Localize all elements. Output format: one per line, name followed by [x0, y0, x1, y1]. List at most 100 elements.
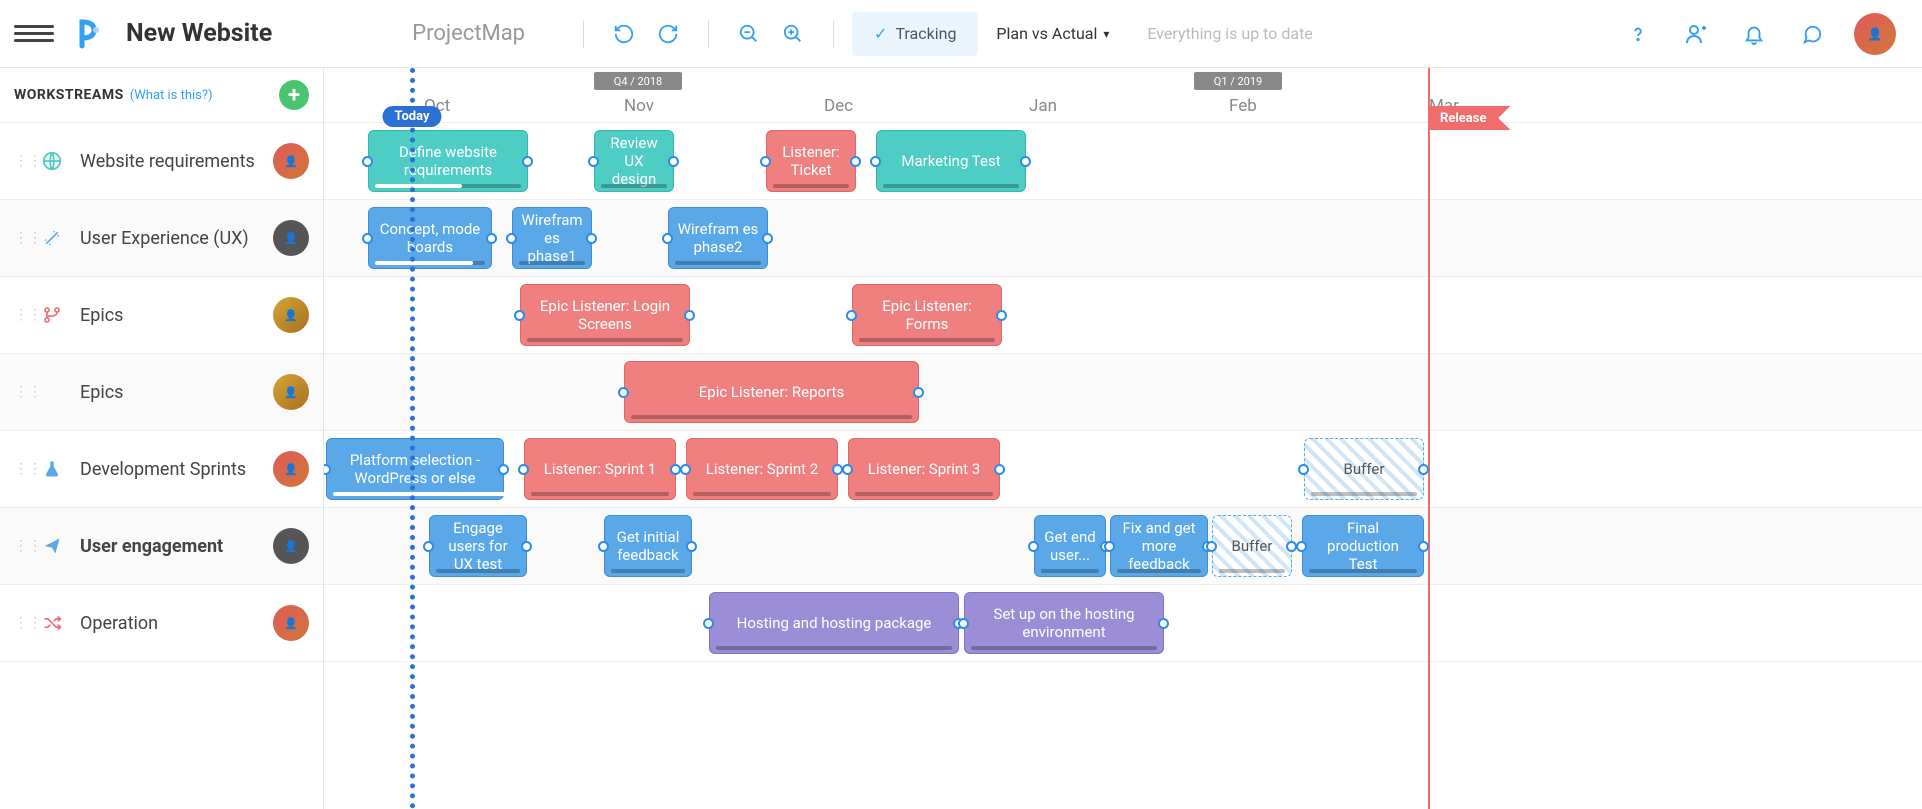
link-handle[interactable]: [522, 156, 533, 167]
link-handle[interactable]: [913, 387, 924, 398]
hamburger-menu[interactable]: [14, 25, 54, 42]
assignee-avatar[interactable]: 👤: [273, 374, 309, 410]
task-card[interactable]: Fix and get more feedback: [1110, 515, 1208, 577]
task-card[interactable]: Wirefram es phase2: [668, 207, 768, 269]
link-handle[interactable]: [598, 541, 609, 552]
link-handle[interactable]: [760, 156, 771, 167]
link-handle[interactable]: [996, 310, 1007, 321]
undo-button[interactable]: [602, 12, 646, 56]
link-handle[interactable]: [588, 156, 599, 167]
link-handle[interactable]: [1418, 464, 1429, 475]
link-handle[interactable]: [958, 618, 969, 629]
drag-handle[interactable]: ⋮⋮: [14, 153, 24, 169]
link-handle[interactable]: [1296, 541, 1307, 552]
drag-handle[interactable]: ⋮⋮: [14, 538, 24, 554]
link-handle[interactable]: [362, 233, 373, 244]
link-handle[interactable]: [1206, 541, 1217, 552]
link-handle[interactable]: [1418, 541, 1429, 552]
help-button[interactable]: [1622, 18, 1654, 50]
assignee-avatar[interactable]: 👤: [273, 528, 309, 564]
assignee-avatar[interactable]: 👤: [273, 220, 309, 256]
task-card[interactable]: Final production Test: [1302, 515, 1424, 577]
link-handle[interactable]: [842, 464, 853, 475]
workstream-row[interactable]: ⋮⋮ Website requirements 👤: [0, 123, 323, 200]
task-card[interactable]: Concept, mode boards: [368, 207, 492, 269]
assignee-avatar[interactable]: 👤: [273, 605, 309, 641]
task-card[interactable]: Listener: Sprint 2: [686, 438, 838, 500]
app-logo[interactable]: [72, 16, 108, 52]
link-handle[interactable]: [1104, 541, 1115, 552]
task-card[interactable]: Marketing Test: [876, 130, 1026, 192]
link-handle[interactable]: [668, 156, 679, 167]
task-card[interactable]: Epic Listener: Reports: [624, 361, 919, 423]
link-handle[interactable]: [1158, 618, 1169, 629]
today-badge[interactable]: Today: [382, 106, 441, 127]
task-card[interactable]: Epic Listener: Login Screens: [520, 284, 690, 346]
link-handle[interactable]: [586, 233, 597, 244]
link-handle[interactable]: [486, 233, 497, 244]
link-handle[interactable]: [362, 156, 373, 167]
task-card[interactable]: Set up on the hosting environment: [964, 592, 1164, 654]
link-handle[interactable]: [703, 618, 714, 629]
link-handle[interactable]: [686, 541, 697, 552]
assignee-avatar[interactable]: 👤: [273, 143, 309, 179]
link-handle[interactable]: [514, 310, 525, 321]
plan-vs-actual-dropdown[interactable]: Plan vs Actual▾: [996, 24, 1109, 43]
task-card[interactable]: Listener: Sprint 3: [848, 438, 1000, 500]
task-card[interactable]: Review UX design: [594, 130, 674, 192]
task-card[interactable]: Define website requirements: [368, 130, 528, 192]
link-handle[interactable]: [518, 464, 529, 475]
link-handle[interactable]: [506, 233, 517, 244]
workstream-row[interactable]: ⋮⋮ Operation 👤: [0, 585, 323, 662]
link-handle[interactable]: [662, 233, 673, 244]
link-handle[interactable]: [994, 464, 1005, 475]
link-handle[interactable]: [1028, 541, 1039, 552]
tracking-toggle[interactable]: ✓Tracking: [852, 12, 978, 56]
drag-handle[interactable]: ⋮⋮: [14, 384, 24, 400]
drag-handle[interactable]: ⋮⋮: [14, 230, 24, 246]
release-flag[interactable]: Release: [1428, 106, 1510, 130]
drag-handle[interactable]: ⋮⋮: [14, 615, 24, 631]
user-avatar[interactable]: 👤: [1854, 13, 1896, 55]
workstream-row[interactable]: ⋮⋮ User engagement 👤: [0, 508, 323, 585]
task-card[interactable]: Get end user...: [1034, 515, 1106, 577]
link-handle[interactable]: [1020, 156, 1031, 167]
link-handle[interactable]: [498, 464, 509, 475]
assignee-avatar[interactable]: 👤: [273, 297, 309, 333]
link-handle[interactable]: [762, 233, 773, 244]
link-handle[interactable]: [870, 156, 881, 167]
workstream-row[interactable]: ⋮⋮ Development Sprints 👤: [0, 431, 323, 508]
assignee-avatar[interactable]: 👤: [273, 451, 309, 487]
task-card[interactable]: Listener: Sprint 1: [524, 438, 676, 500]
workstream-row[interactable]: ⋮⋮ Epics 👤: [0, 354, 323, 431]
workstream-row[interactable]: ⋮⋮ Epics 👤: [0, 277, 323, 354]
link-handle[interactable]: [1298, 464, 1309, 475]
link-handle[interactable]: [521, 541, 532, 552]
zoom-out-button[interactable]: [727, 12, 771, 56]
link-handle[interactable]: [618, 387, 629, 398]
link-handle[interactable]: [846, 310, 857, 321]
breadcrumb[interactable]: ProjectMap: [412, 21, 525, 46]
link-handle[interactable]: [680, 464, 691, 475]
task-card[interactable]: Platform selection - WordPress or else: [326, 438, 504, 500]
add-user-button[interactable]: [1680, 18, 1712, 50]
drag-handle[interactable]: ⋮⋮: [14, 461, 24, 477]
chat-button[interactable]: [1796, 18, 1828, 50]
add-workstream-button[interactable]: +: [279, 80, 309, 110]
notifications-button[interactable]: [1738, 18, 1770, 50]
link-handle[interactable]: [423, 541, 434, 552]
task-card[interactable]: Buffer: [1212, 515, 1292, 577]
drag-handle[interactable]: ⋮⋮: [14, 307, 24, 323]
what-is-this-link[interactable]: (What is this?): [130, 88, 213, 103]
workstream-row[interactable]: ⋮⋮ User Experience (UX) 👤: [0, 200, 323, 277]
redo-button[interactable]: [646, 12, 690, 56]
task-card[interactable]: Buffer: [1304, 438, 1424, 500]
task-card[interactable]: Epic Listener: Forms: [852, 284, 1002, 346]
link-handle[interactable]: [684, 310, 695, 321]
task-card[interactable]: Wirefram es phase1: [512, 207, 592, 269]
task-card[interactable]: Hosting and hosting package: [709, 592, 959, 654]
task-card[interactable]: Engage users for UX test: [429, 515, 527, 577]
link-handle[interactable]: [850, 156, 861, 167]
zoom-in-button[interactable]: [771, 12, 815, 56]
task-card[interactable]: Listener: Ticket: [766, 130, 856, 192]
